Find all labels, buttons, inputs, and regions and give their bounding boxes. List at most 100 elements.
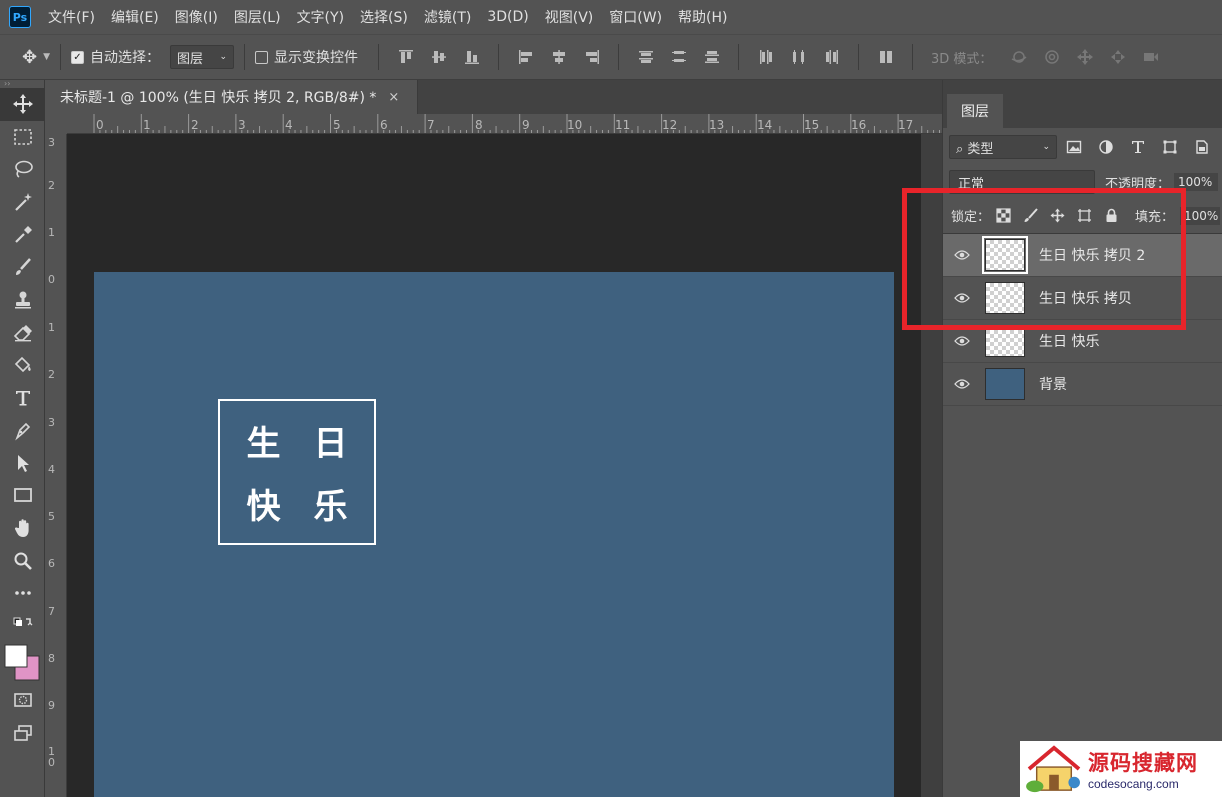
document-workspace[interactable]: 生 日 快 乐 (67, 134, 942, 797)
horizontal-ruler[interactable]: 0 1 2 3 4 5 6 7 8 9 10 11 12 13 14 15 16… (67, 114, 942, 134)
layer-name[interactable]: 生日 快乐 拷贝 (1039, 288, 1132, 308)
document-tab[interactable]: 未标题-1 @ 100% (生日 快乐 拷贝 2, RGB/8#) * × (46, 80, 418, 114)
ruler-origin[interactable] (46, 114, 67, 134)
brush-tool-icon[interactable] (0, 251, 45, 284)
orbit-3d-icon[interactable] (1002, 45, 1035, 69)
path-selection-tool-icon[interactable] (0, 447, 45, 480)
pan-3d-icon[interactable] (1068, 45, 1101, 69)
layer-row[interactable]: 背景 (943, 363, 1222, 406)
lock-image-pixels-icon[interactable] (1017, 208, 1044, 223)
auto-select-checkbox[interactable]: ✓ (71, 50, 84, 64)
layer-filter-dropdown[interactable]: ⌕ 类型 ⌄ (949, 135, 1057, 159)
distribute-right-icon[interactable] (815, 45, 848, 69)
menu-layer[interactable]: 图层(L) (234, 7, 281, 27)
filter-adjustment-layers-icon[interactable] (1091, 139, 1121, 155)
layer-name[interactable]: 背景 (1039, 374, 1067, 394)
eye-icon[interactable] (943, 335, 981, 347)
eye-icon[interactable] (943, 292, 981, 304)
opacity-input[interactable]: 100% (1174, 173, 1219, 191)
paint-bucket-tool-icon[interactable] (0, 349, 45, 382)
move-tool-icon[interactable] (0, 88, 45, 121)
ruler-label: 15 (804, 118, 820, 132)
layer-name[interactable]: 生日 快乐 拷贝 2 (1039, 245, 1145, 265)
hand-tool-icon[interactable] (0, 512, 45, 545)
distribute-left-icon[interactable] (749, 45, 782, 69)
default-colors-swap-icon[interactable] (0, 610, 45, 643)
vertical-scrollbar[interactable] (921, 134, 942, 797)
rectangle-tool-icon[interactable] (0, 479, 45, 512)
filter-type-layers-icon[interactable] (1123, 139, 1153, 155)
divider (858, 44, 859, 70)
pen-tool-icon[interactable] (0, 414, 45, 447)
divider (378, 44, 379, 70)
eraser-tool-icon[interactable] (0, 316, 45, 349)
chevron-down-icon: ⌄ (219, 52, 227, 62)
distribute-top-icon[interactable] (629, 45, 662, 69)
lock-artboard-icon[interactable] (1071, 208, 1098, 223)
layer-row[interactable]: 生日 快乐 拷贝 (943, 277, 1222, 320)
layer-list: 生日 快乐 拷贝 2 生日 快乐 拷贝 生日 快乐 背景 (943, 234, 1222, 406)
align-right-edges-icon[interactable] (575, 45, 608, 69)
more-tools-icon[interactable] (0, 577, 45, 610)
eye-icon[interactable] (943, 378, 981, 390)
menu-filter[interactable]: 滤镜(T) (424, 7, 471, 27)
scale-3d-icon[interactable] (1134, 45, 1167, 69)
eye-icon[interactable] (943, 249, 981, 261)
align-top-edges-icon[interactable] (389, 45, 422, 69)
roll-3d-icon[interactable] (1035, 45, 1068, 69)
layer-row[interactable]: 生日 快乐 拷贝 2 (943, 234, 1222, 277)
tool-preset-picker[interactable]: ✥ ▼ (0, 47, 50, 68)
photoshop-logo[interactable]: Ps (9, 6, 31, 28)
eyedropper-tool-icon[interactable] (0, 218, 45, 251)
menu-image[interactable]: 图像(I) (175, 7, 218, 27)
menu-select[interactable]: 选择(S) (360, 7, 408, 27)
menu-type[interactable]: 文字(Y) (297, 7, 344, 27)
auto-select-target-dropdown[interactable]: 图层 ⌄ (170, 45, 234, 69)
color-swatches[interactable] (0, 642, 45, 684)
distribute-bottom-icon[interactable] (695, 45, 728, 69)
birthday-stamp-text-layer[interactable]: 生 日 快 乐 (218, 399, 376, 545)
lock-all-icon[interactable] (1098, 208, 1125, 223)
menu-edit[interactable]: 编辑(E) (111, 7, 159, 27)
align-vertical-centers-icon[interactable] (422, 45, 455, 69)
align-bottom-edges-icon[interactable] (455, 45, 488, 69)
rectangular-marquee-tool-icon[interactable] (0, 121, 45, 154)
distribute-horizontal-centers-icon[interactable] (782, 45, 815, 69)
vertical-ruler[interactable]: 3 2 1 0 1 2 3 4 5 6 7 8 9 1 0 (46, 134, 67, 797)
auto-align-icon[interactable] (869, 45, 902, 69)
panel-grip[interactable]: ›› (0, 80, 44, 88)
show-transform-checkbox[interactable] (255, 50, 268, 64)
magic-wand-tool-icon[interactable] (0, 186, 45, 219)
slide-3d-icon[interactable] (1101, 45, 1134, 69)
filter-shape-layers-icon[interactable] (1155, 139, 1185, 155)
zoom-tool-icon[interactable] (0, 544, 45, 577)
ruler-label: 11 (615, 118, 631, 132)
type-tool-icon[interactable] (0, 381, 45, 414)
close-icon[interactable]: × (388, 90, 399, 105)
document-canvas[interactable]: 生 日 快 乐 (94, 272, 894, 797)
align-horizontal-centers-icon[interactable] (542, 45, 575, 69)
lock-transparent-pixels-icon[interactable] (990, 208, 1017, 223)
menu-file[interactable]: 文件(F) (48, 7, 95, 27)
align-left-edges-icon[interactable] (509, 45, 542, 69)
filter-pixel-layers-icon[interactable] (1059, 139, 1089, 155)
clone-stamp-tool-icon[interactable] (0, 284, 45, 317)
filter-smart-objects-icon[interactable] (1187, 139, 1217, 155)
layers-panel: 图层 ⌕ 类型 ⌄ 正常 不透明度： 100% 锁定： 填充： 100% 生日 … (942, 80, 1222, 797)
quick-mask-icon[interactable] (0, 684, 45, 717)
fill-input[interactable]: 100% (1180, 206, 1221, 225)
blend-mode-dropdown[interactable]: 正常 (949, 170, 1095, 194)
lasso-tool-icon[interactable] (0, 153, 45, 186)
ruler-label: 9 (48, 699, 55, 712)
distribute-vertical-centers-icon[interactable] (662, 45, 695, 69)
layer-row[interactable]: 生日 快乐 (943, 320, 1222, 363)
menu-window[interactable]: 窗口(W) (609, 7, 662, 27)
ruler-label: 1 (48, 321, 55, 334)
menu-3d[interactable]: 3D(D) (487, 9, 528, 25)
tab-layers[interactable]: 图层 (947, 94, 1003, 128)
menu-help[interactable]: 帮助(H) (678, 7, 727, 27)
menu-view[interactable]: 视图(V) (545, 7, 594, 27)
layer-name[interactable]: 生日 快乐 (1039, 331, 1099, 351)
screen-mode-icon[interactable] (0, 717, 45, 750)
lock-position-icon[interactable] (1044, 208, 1071, 223)
